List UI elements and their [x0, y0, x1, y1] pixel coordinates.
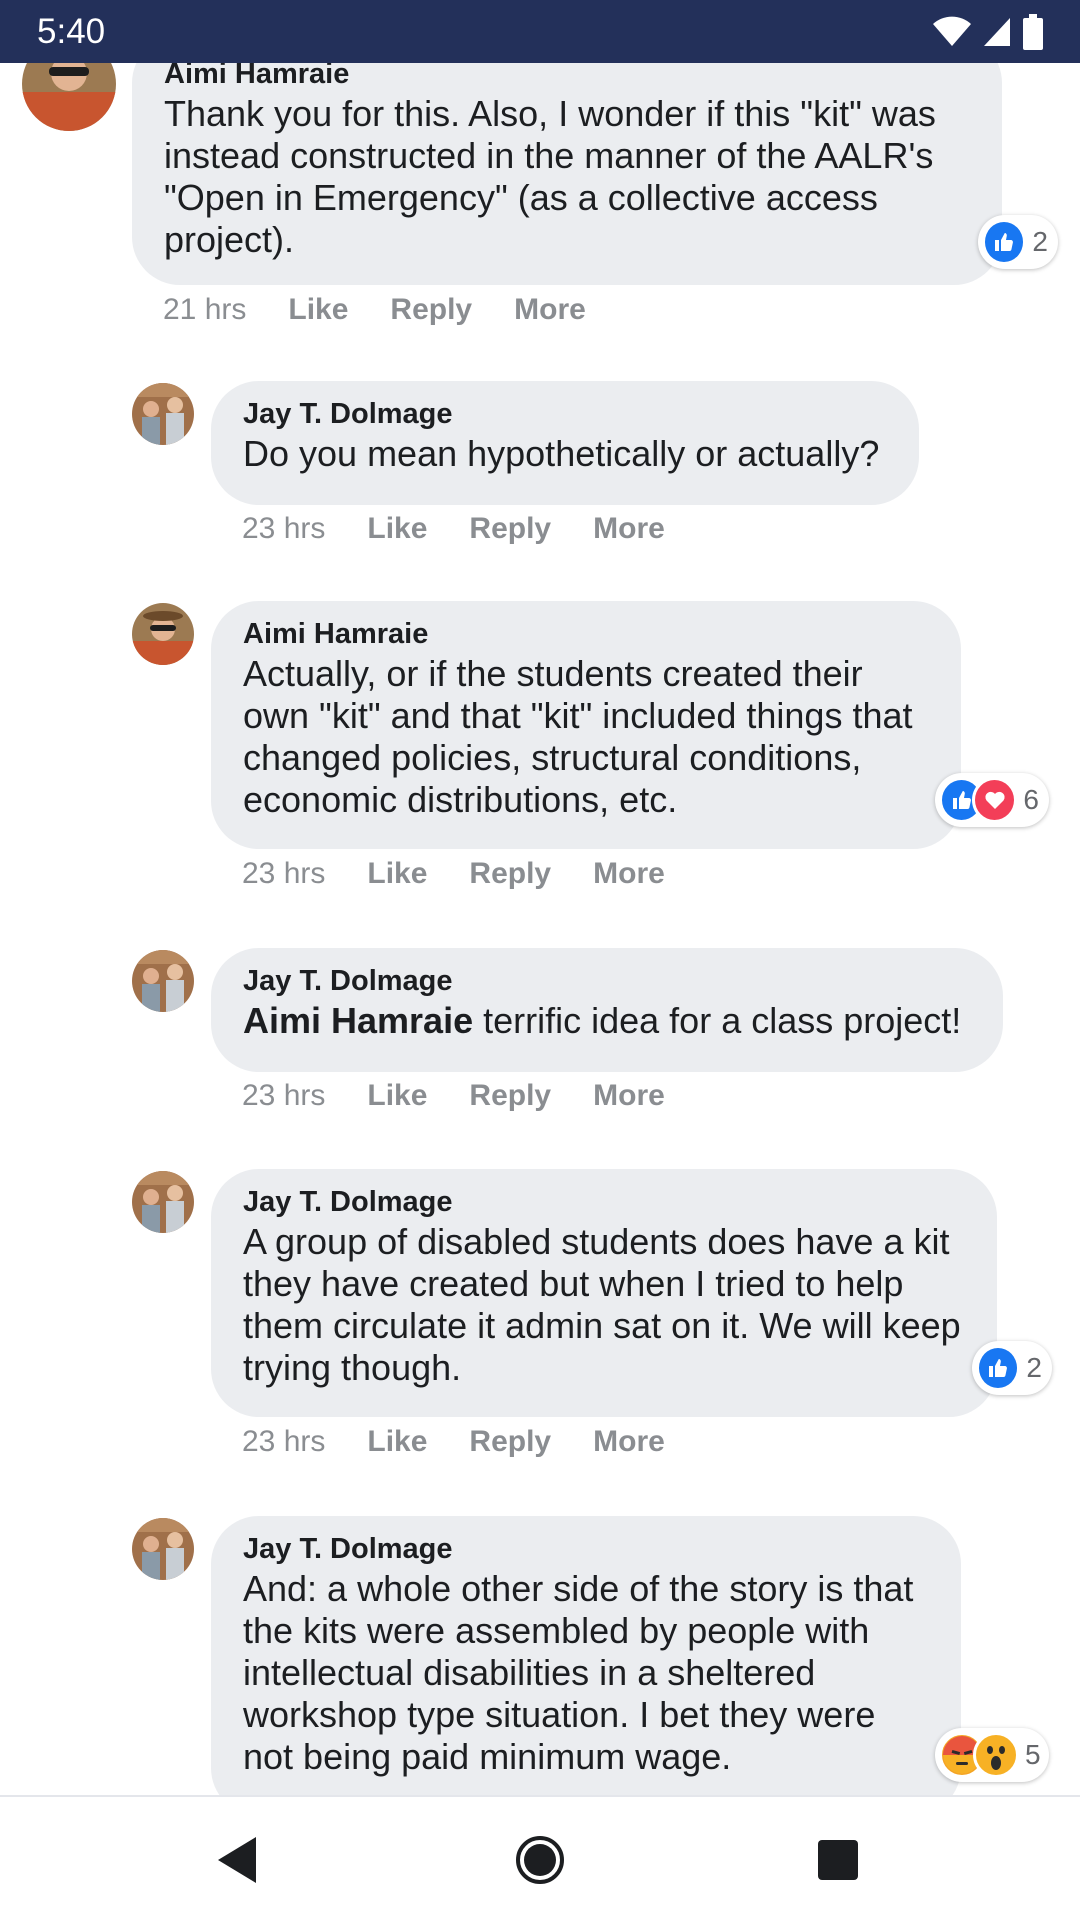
comment-text: Thank you for this. Also, I wonder if th…	[164, 93, 936, 260]
comment-bubble[interactable]: Jay T. Dolmage Aimi Hamraie terrific ide…	[211, 948, 1003, 1072]
comment-text: A group of disabled students does have a…	[243, 1221, 961, 1388]
like-button[interactable]: Like	[367, 512, 427, 546]
reactions-summary[interactable]: 2	[978, 215, 1058, 269]
comment-text: Actually, or if the students created the…	[243, 653, 913, 820]
reactions-summary[interactable]: 6	[935, 773, 1049, 827]
avatar[interactable]	[132, 383, 194, 445]
comment-actions: 21 hrs Like Reply More	[163, 293, 628, 327]
comment-time[interactable]: 23 hrs	[242, 1425, 325, 1459]
reaction-count: 6	[1023, 784, 1039, 815]
comment-bubble[interactable]: Jay T. Dolmage And: a whole other side o…	[211, 1516, 961, 1795]
comment: Jay T. Dolmage Aimi Hamraie terrific ide…	[0, 948, 1080, 1148]
avatar[interactable]	[132, 603, 194, 665]
cellular-signal-icon	[982, 16, 1012, 53]
comment-text: And: a whole other side of the story is …	[243, 1568, 914, 1777]
like-button[interactable]: Like	[367, 1079, 427, 1113]
like-button[interactable]: Like	[288, 293, 348, 327]
comment: Jay T. Dolmage And: a whole other side o…	[0, 1516, 1080, 1795]
more-button[interactable]: More	[593, 1425, 665, 1459]
comment-text: Aimi Hamraie terrific idea for a class p…	[243, 1000, 971, 1042]
mention-link[interactable]: Aimi Hamraie	[243, 1000, 473, 1041]
more-button[interactable]: More	[593, 512, 665, 546]
like-icon	[976, 1345, 1021, 1391]
comment-author[interactable]: Jay T. Dolmage	[243, 1183, 965, 1221]
reply-button[interactable]: Reply	[469, 1079, 551, 1113]
comment-time[interactable]: 23 hrs	[242, 857, 325, 891]
comment-time[interactable]: 23 hrs	[242, 1079, 325, 1113]
comment-text-body: terrific idea for a class project!	[473, 1000, 962, 1041]
comment-author[interactable]: Aimi Hamraie	[164, 63, 970, 93]
comment-author[interactable]: Jay T. Dolmage	[243, 962, 971, 1000]
comment-actions: 23 hrs Like Reply More	[242, 1425, 707, 1459]
reaction-count: 5	[1025, 1739, 1041, 1770]
more-button[interactable]: More	[514, 293, 586, 327]
comment: Jay T. Dolmage A group of disabled stude…	[0, 1169, 1080, 1489]
comment-actions: 23 hrs Like Reply More	[242, 857, 707, 891]
comment-time[interactable]: 23 hrs	[242, 512, 325, 546]
reaction-count: 2	[1032, 226, 1048, 257]
avatar[interactable]	[22, 63, 116, 131]
reactions-summary[interactable]: 5	[935, 1728, 1049, 1782]
battery-icon	[1022, 14, 1044, 55]
comment-actions: 23 hrs Like Reply More	[242, 512, 707, 546]
back-icon[interactable]	[202, 1825, 272, 1895]
reply-button[interactable]: Reply	[469, 1425, 551, 1459]
comment-author[interactable]: Jay T. Dolmage	[243, 395, 887, 433]
comment: Aimi Hamraie Actually, or if the student…	[0, 601, 1080, 921]
comment: Aimi Hamraie Thank you for this. Also, I…	[0, 63, 1080, 343]
recents-icon[interactable]	[803, 1825, 873, 1895]
comment-actions: 23 hrs Like Reply More	[242, 1079, 707, 1113]
comment-thread[interactable]: Aimi Hamraie Thank you for this. Also, I…	[0, 63, 1080, 1795]
avatar[interactable]	[132, 1518, 194, 1580]
wow-icon	[973, 1732, 1019, 1778]
avatar[interactable]	[132, 1171, 194, 1233]
like-button[interactable]: Like	[367, 1425, 427, 1459]
comment-bubble[interactable]: Aimi Hamraie Actually, or if the student…	[211, 601, 961, 849]
comment-time[interactable]: 21 hrs	[163, 293, 246, 327]
comment: Jay T. Dolmage Do you mean hypotheticall…	[0, 381, 1080, 581]
more-button[interactable]: More	[593, 857, 665, 891]
like-icon	[982, 219, 1027, 265]
comment-author[interactable]: Aimi Hamraie	[243, 615, 929, 653]
status-icons	[932, 14, 1044, 55]
status-time: 5:40	[37, 12, 106, 51]
navigation-bar	[0, 1795, 1080, 1920]
home-icon[interactable]	[505, 1825, 575, 1895]
comment-author[interactable]: Jay T. Dolmage	[243, 1530, 929, 1568]
avatar[interactable]	[132, 950, 194, 1012]
reaction-count: 2	[1026, 1352, 1042, 1383]
status-bar: 5:40	[0, 0, 1080, 63]
comment-bubble[interactable]: Jay T. Dolmage Do you mean hypotheticall…	[211, 381, 919, 505]
like-button[interactable]: Like	[367, 857, 427, 891]
comment-text: Do you mean hypothetically or actually?	[243, 433, 880, 474]
comment-bubble[interactable]: Jay T. Dolmage A group of disabled stude…	[211, 1169, 997, 1417]
wifi-icon	[932, 16, 972, 53]
reactions-summary[interactable]: 2	[972, 1341, 1052, 1395]
reply-button[interactable]: Reply	[390, 293, 472, 327]
reply-button[interactable]: Reply	[469, 857, 551, 891]
love-icon	[972, 777, 1018, 823]
more-button[interactable]: More	[593, 1079, 665, 1113]
reply-button[interactable]: Reply	[469, 512, 551, 546]
comment-bubble[interactable]: Aimi Hamraie Thank you for this. Also, I…	[132, 63, 1002, 285]
